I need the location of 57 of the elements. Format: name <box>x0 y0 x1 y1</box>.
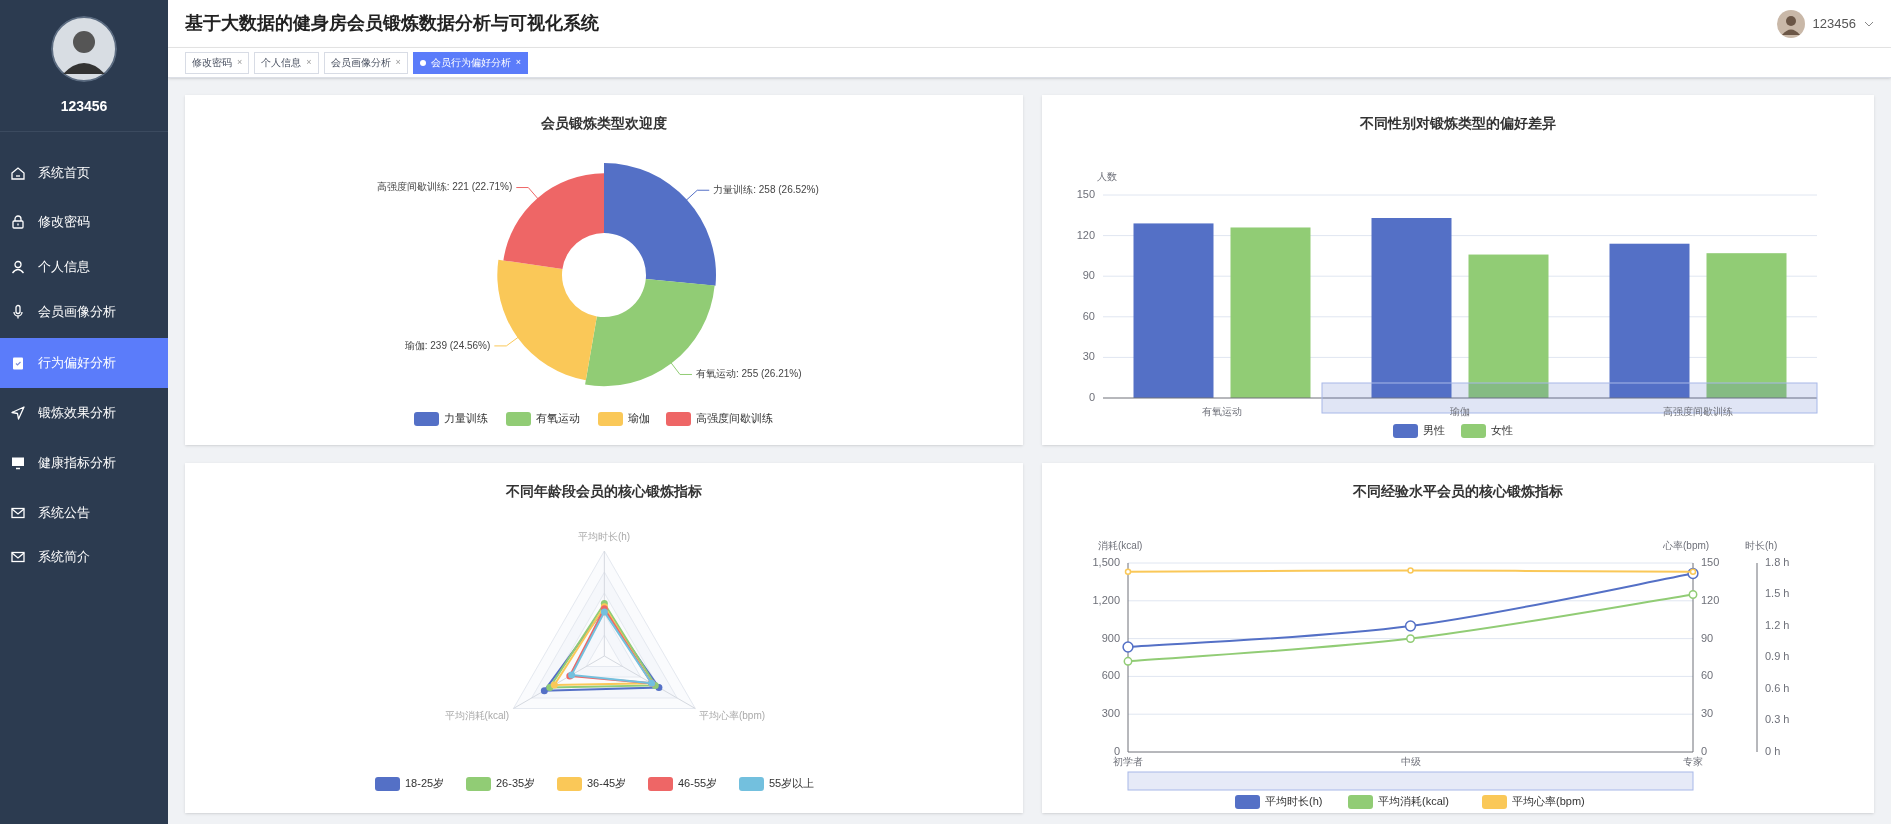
tick-label: 600 <box>1101 669 1120 682</box>
slice-label: 高强度间歇训练: 221 (22.71%) <box>376 181 513 193</box>
chart-title: 不同年龄段会员的核心锻炼指标 <box>506 481 702 501</box>
tick-label: 1,500 <box>1092 555 1120 568</box>
tick-label: 0 <box>1088 390 1095 403</box>
tick-label: 0.3 h <box>1765 713 1790 726</box>
tick-label: 0.6 h <box>1765 681 1790 694</box>
legend-label: 有氧运动 <box>536 411 580 424</box>
legend-label: 平均心率(bpm) <box>1512 794 1585 807</box>
tick-label: 150 <box>1076 187 1095 200</box>
tick-label: 1.5 h <box>1765 587 1790 600</box>
tick-label: 120 <box>1701 593 1720 606</box>
tick-label: 1,200 <box>1092 593 1120 606</box>
axis-label: 平均心率(bpm) <box>698 710 766 722</box>
axis-title: 人数 <box>1097 170 1117 182</box>
axis-title: 心率(bpm) <box>1663 539 1710 551</box>
tick-label: 90 <box>1082 269 1095 282</box>
chart-title: 不同性别对锻炼类型的偏好差异 <box>1360 113 1556 133</box>
tick-label: 60 <box>1701 669 1714 682</box>
slice-label: 力量训练: 258 (26.52%) <box>713 183 819 195</box>
tick-label: 90 <box>1701 631 1714 644</box>
axis-title: 时长(h) <box>1745 539 1778 551</box>
page-title: 基于大数据的健身房会员锻炼数据分析与可视化系统 <box>185 12 599 35</box>
legend-label: 力量训练 <box>444 411 488 424</box>
tick-label: 60 <box>1082 309 1095 322</box>
category-label: 中级 <box>1400 755 1421 767</box>
slice-label: 有氧运动: 255 (26.21%) <box>695 368 802 380</box>
tick-label: 30 <box>1082 350 1095 363</box>
tick-label: 900 <box>1101 631 1120 644</box>
tick-label: 300 <box>1101 707 1120 720</box>
tick-label: 0 <box>1701 744 1708 757</box>
legend-label: 瑜伽 <box>628 411 650 424</box>
tick-label: 0.9 h <box>1765 650 1790 663</box>
axis-label: 平均消耗(kcal) <box>444 710 510 722</box>
username: 123456 <box>60 97 108 116</box>
chart-title: 不同经验水平会员的核心锻炼指标 <box>1353 481 1563 501</box>
category-label: 瑜伽 <box>1450 405 1470 417</box>
category-label: 初学者 <box>1113 755 1143 767</box>
tick-label: 0 <box>1113 744 1120 757</box>
category-label: 专家 <box>1683 755 1703 767</box>
legend-label: 女性 <box>1491 423 1513 436</box>
slice-label: 瑜伽: 239 (24.56%) <box>404 339 491 351</box>
tick-label: 0 h <box>1765 744 1781 757</box>
legend-label: 高强度间歇训练 <box>696 411 773 424</box>
legend-label: 平均时长(h) <box>1265 794 1323 807</box>
legend-label: 男性 <box>1423 423 1445 436</box>
tick-label: 150 <box>1701 555 1720 568</box>
tick-label: 30 <box>1701 707 1714 720</box>
axis-label: 平均时长(h) <box>577 530 631 542</box>
tick-label: 1.8 h <box>1765 555 1790 568</box>
legend-label: 平均消耗(kcal) <box>1378 794 1449 807</box>
tick-label: 1.2 h <box>1765 618 1790 631</box>
category-label: 有氧运动 <box>1202 405 1242 417</box>
tick-label: 120 <box>1076 228 1095 241</box>
category-label: 高强度间歇训练 <box>1663 405 1733 417</box>
chart-title: 会员锻炼类型欢迎度 <box>541 113 667 133</box>
axis-title: 消耗(kcal) <box>1098 539 1143 551</box>
